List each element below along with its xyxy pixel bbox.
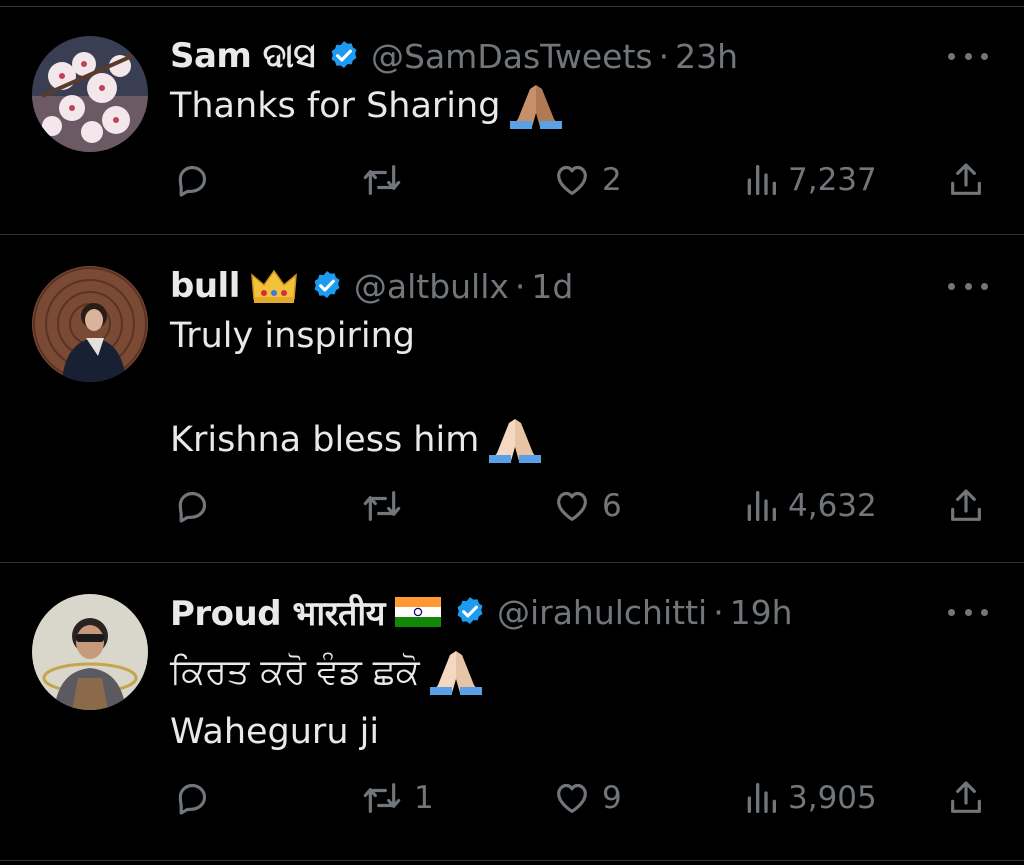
like-count: 2 — [602, 162, 622, 198]
views-count: 3,905 — [788, 780, 877, 816]
avatar[interactable] — [32, 36, 148, 152]
reply-button[interactable] — [172, 484, 222, 528]
crown-emoji — [250, 267, 298, 305]
tweet-header: bull @altbullx · 1d — [170, 264, 573, 308]
more-icon[interactable] — [948, 34, 988, 78]
tweet-text-line: Krishna bless him — [170, 420, 480, 460]
avatar-portrait-image — [32, 266, 148, 382]
like-icon — [552, 486, 592, 526]
tweet-1[interactable]: Sam ଦାସ @SamDasTweets · 23h Thanks for S… — [0, 34, 1024, 234]
more-icon[interactable] — [948, 264, 988, 308]
tweet-text-line: Waheguru ji — [170, 712, 380, 752]
avatar[interactable] — [32, 266, 148, 382]
repost-button[interactable] — [360, 484, 414, 528]
tweet-text: ਕਿਰਤ ਕਰੋ ਵੰਡ ਛਕੋ Waheguru ji — [170, 642, 482, 762]
tweet-text-line: ਕਿਰਤ ਕਰੋ ਵੰਡ ਛਕੋ — [170, 652, 420, 692]
timestamp[interactable]: 19h — [730, 593, 793, 632]
tweet-3[interactable]: Proud भारतीय @irahulchitti · 19h ਕਿਰਤ ਕਰ… — [0, 590, 1024, 860]
tweet-text: Thanks for Sharing — [170, 82, 563, 130]
more-icon[interactable] — [948, 590, 988, 634]
tweet-header: Proud भारतीय @irahulchitti · 19h — [170, 589, 793, 635]
action-bar: 6 4,632 — [0, 484, 1024, 528]
share-icon — [946, 778, 986, 818]
tweet-text-line: Truly inspiring — [170, 316, 415, 356]
verified-icon — [453, 595, 487, 629]
separator-dot: · — [713, 592, 724, 632]
divider — [0, 860, 1024, 861]
handle[interactable]: @altbullx — [354, 267, 509, 306]
verified-icon — [327, 39, 361, 73]
views-button[interactable]: 4,632 — [744, 484, 877, 528]
repost-count: 1 — [414, 780, 434, 816]
views-icon — [744, 486, 778, 526]
divider-top — [0, 6, 1024, 7]
tweet-2[interactable]: bull @altbullx · 1d Truly inspiring Kris… — [0, 264, 1024, 562]
timestamp[interactable]: 1d — [531, 267, 573, 306]
avatar-portrait-image — [32, 594, 148, 710]
share-icon — [946, 486, 986, 526]
views-button[interactable]: 7,237 — [744, 158, 877, 202]
share-icon — [946, 160, 986, 200]
reply-icon — [172, 160, 212, 200]
folded-hands-emoji — [489, 417, 542, 463]
like-button[interactable]: 2 — [552, 158, 622, 202]
folded-hands-emoji — [429, 649, 482, 695]
views-count: 4,632 — [788, 488, 877, 524]
like-icon — [552, 778, 592, 818]
action-bar: 2 7,237 — [0, 158, 1024, 202]
views-icon — [744, 160, 778, 200]
repost-button[interactable] — [360, 158, 414, 202]
separator-dot: · — [514, 266, 526, 306]
timestamp[interactable]: 23h — [675, 37, 738, 76]
action-bar: 1 9 3,905 — [0, 776, 1024, 820]
avatar[interactable] — [32, 594, 148, 710]
like-button[interactable]: 6 — [552, 484, 622, 528]
repost-icon — [360, 486, 404, 526]
divider — [0, 562, 1024, 563]
divider — [0, 234, 1024, 235]
avatar-blossom-image — [32, 36, 148, 152]
repost-icon — [360, 778, 404, 818]
share-button[interactable] — [946, 484, 986, 528]
views-icon — [744, 778, 778, 818]
views-count: 7,237 — [788, 162, 877, 198]
share-button[interactable] — [946, 158, 986, 202]
india-flag-emoji — [394, 597, 441, 627]
reply-icon — [172, 486, 212, 526]
repost-icon — [360, 160, 404, 200]
handle[interactable]: @SamDasTweets — [371, 37, 653, 76]
folded-hands-emoji — [510, 83, 563, 129]
like-button[interactable]: 9 — [552, 776, 622, 820]
display-name[interactable]: Sam ଦାସ — [170, 36, 316, 76]
like-icon — [552, 160, 592, 200]
handle[interactable]: @irahulchitti — [497, 593, 707, 632]
separator-dot: · — [658, 36, 670, 76]
reply-button[interactable] — [172, 776, 222, 820]
reply-icon — [172, 778, 212, 818]
display-name[interactable]: bull — [170, 266, 240, 306]
display-name[interactable]: Proud भारतीय — [170, 589, 385, 635]
views-button[interactable]: 3,905 — [744, 776, 877, 820]
repost-button[interactable]: 1 — [360, 776, 434, 820]
tweet-text-line: Thanks for Sharing — [170, 86, 501, 126]
reply-button[interactable] — [172, 158, 222, 202]
like-count: 9 — [602, 780, 622, 816]
share-button[interactable] — [946, 776, 986, 820]
verified-icon — [310, 269, 344, 303]
like-count: 6 — [602, 488, 622, 524]
tweet-text: Truly inspiring Krishna bless him — [170, 310, 542, 466]
tweet-header: Sam ଦାସ @SamDasTweets · 23h — [170, 34, 738, 78]
